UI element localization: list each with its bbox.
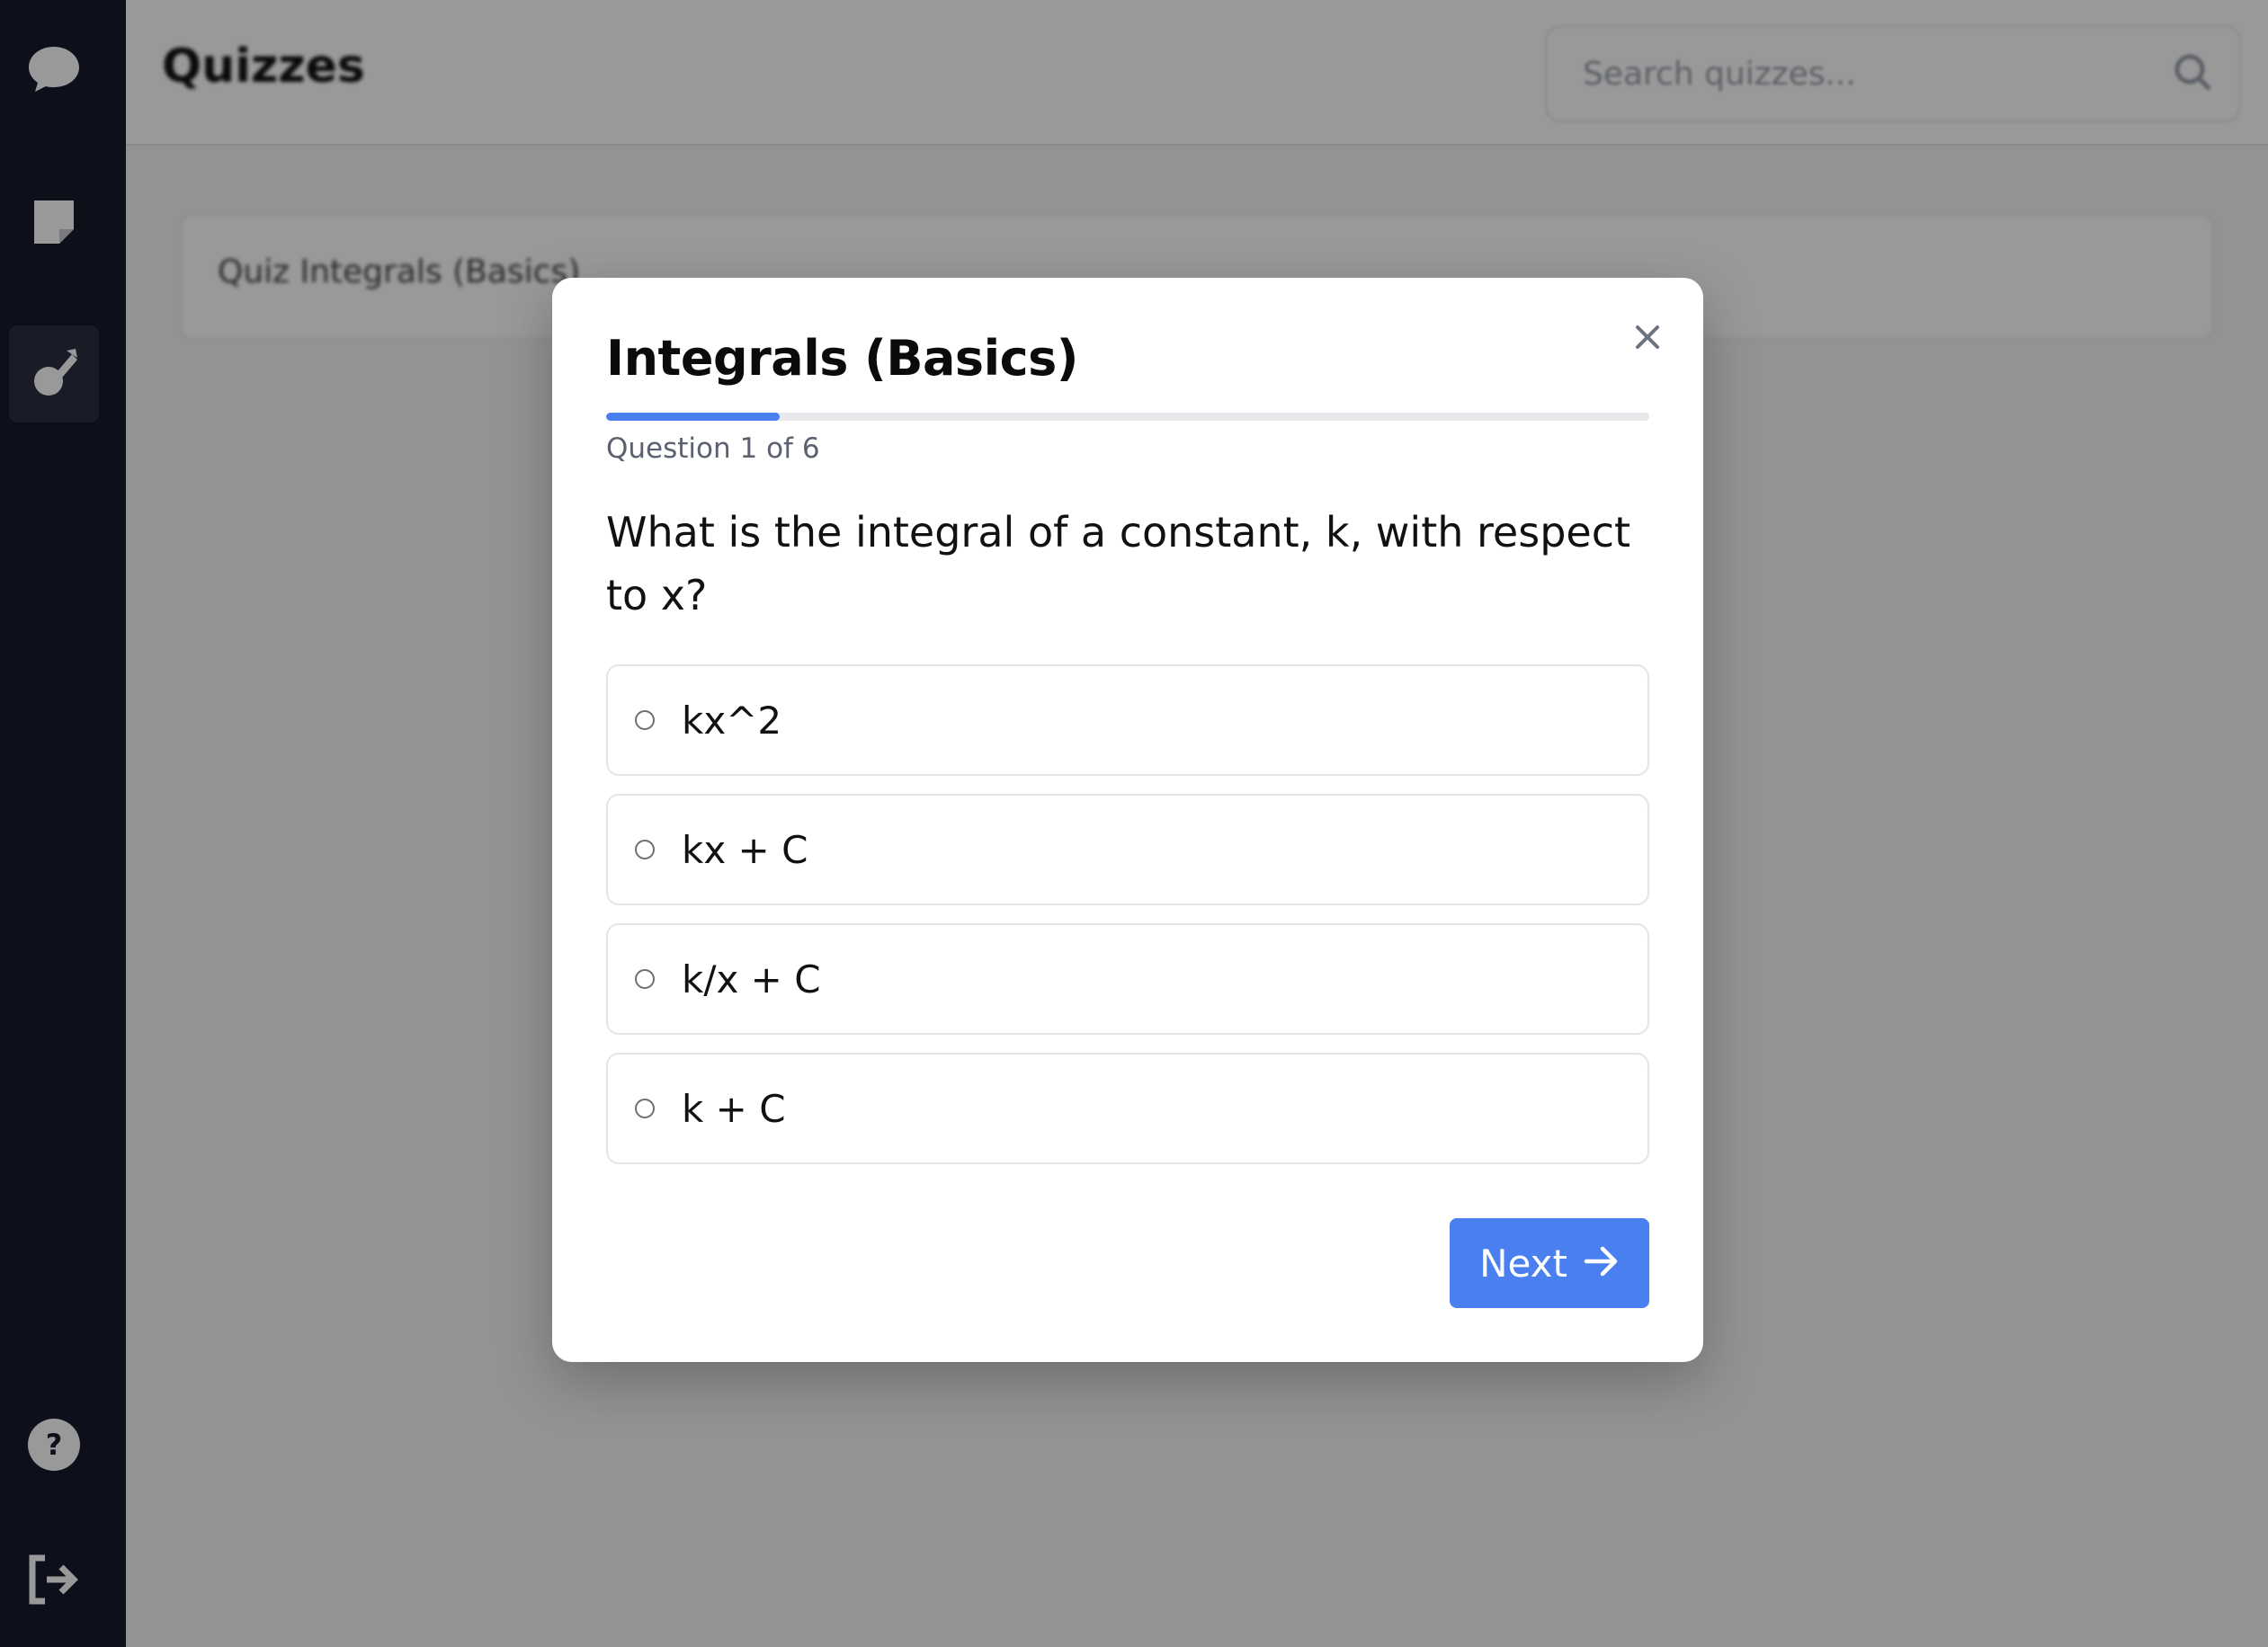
radio-button[interactable]: [635, 710, 655, 730]
answer-option-label: k + C: [682, 1086, 786, 1131]
quiz-modal: Integrals (Basics) Question 1 of 6 What …: [552, 278, 1703, 1362]
quiz-title: Integrals (Basics): [606, 330, 1078, 387]
arrow-right-icon: [1584, 1242, 1620, 1286]
answer-option[interactable]: k + C: [606, 1053, 1649, 1164]
question-text: What is the integral of a constant, k, w…: [606, 508, 1631, 619]
answer-option[interactable]: kx^2: [606, 664, 1649, 776]
progress-bar-fill: [606, 413, 781, 421]
progress-bar: [606, 413, 1649, 421]
answer-option-label: kx + C: [682, 827, 808, 872]
radio-button[interactable]: [635, 1099, 655, 1118]
radio-button[interactable]: [635, 840, 655, 859]
answer-option[interactable]: k/x + C: [606, 923, 1649, 1035]
close-icon[interactable]: [1634, 324, 1661, 354]
answer-option-label: kx^2: [682, 698, 782, 743]
radio-button[interactable]: [635, 969, 655, 989]
answer-option[interactable]: kx + C: [606, 794, 1649, 905]
next-button-label: Next: [1479, 1241, 1567, 1286]
answer-option-label: k/x + C: [682, 957, 821, 1002]
answer-options: kx^2 kx + C k/x + C k + C: [606, 664, 1649, 1182]
question-counter: Question 1 of 6: [606, 432, 820, 465]
next-button[interactable]: Next: [1450, 1218, 1649, 1308]
close-button[interactable]: [1630, 321, 1665, 357]
